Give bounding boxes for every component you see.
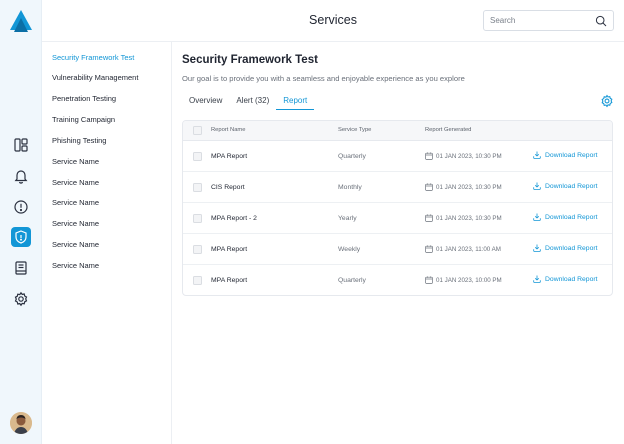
subnav-item-training-campaign[interactable]: Training Campaign xyxy=(52,115,115,124)
subnav-item-service-name[interactable]: Service Name xyxy=(52,198,99,207)
report-name: CIS Report xyxy=(211,184,245,191)
report-date: 01 JAN 2023, 10:30 PM xyxy=(425,214,502,222)
report-name: MPA Report - 2 xyxy=(211,215,257,222)
download-icon xyxy=(533,213,541,221)
download-report-button[interactable]: Download Report xyxy=(533,275,598,283)
top-header: Services xyxy=(42,0,624,42)
download-icon xyxy=(533,151,541,159)
avatar[interactable] xyxy=(10,412,32,434)
calendar-icon xyxy=(425,276,433,284)
subnav-item-phishing-testing[interactable]: Phishing Testing xyxy=(52,136,106,145)
report-date-text: 01 JAN 2023, 10:30 PM xyxy=(436,214,502,222)
download-report-button[interactable]: Download Report xyxy=(533,244,598,252)
subnav-item-service-name[interactable]: Service Name xyxy=(52,261,99,270)
search-icon[interactable] xyxy=(595,15,607,27)
subnav-item-service-name[interactable]: Service Name xyxy=(52,219,99,228)
gear-icon[interactable] xyxy=(11,289,31,309)
service-nav: Security Framework Test Vulnerability Ma… xyxy=(42,42,172,444)
calendar-icon xyxy=(425,214,433,222)
table-row[interactable]: MPA Report - 2 Yearly 01 JAN 2023, 10:30… xyxy=(183,203,612,234)
download-icon xyxy=(533,275,541,283)
service-type: Yearly xyxy=(338,215,357,222)
subnav-item-vulnerability-management[interactable]: Vulnerability Management xyxy=(52,73,138,82)
column-header-report-name[interactable]: Report Name xyxy=(211,127,245,133)
report-name: MPA Report xyxy=(211,277,248,284)
logo-icon[interactable] xyxy=(10,10,32,34)
report-date-text: 01 JAN 2023, 10:00 PM xyxy=(436,276,502,284)
calendar-icon xyxy=(425,245,433,253)
table-row[interactable]: MPA Report Quarterly 01 JAN 2023, 10:30 … xyxy=(183,141,612,172)
table-row[interactable]: CIS Report Monthly 01 JAN 2023, 10:30 PM… xyxy=(183,172,612,203)
search-box[interactable] xyxy=(483,10,614,31)
subnav-item-service-name[interactable]: Service Name xyxy=(52,178,99,187)
tab-bar: Overview Alert (32) Report xyxy=(182,95,315,111)
subnav-item-service-name[interactable]: Service Name xyxy=(52,157,99,166)
table-row[interactable]: MPA Report Quarterly 01 JAN 2023, 10:00 … xyxy=(183,265,612,295)
report-date-text: 01 JAN 2023, 10:30 PM xyxy=(436,183,502,191)
icon-rail xyxy=(0,0,42,444)
download-report-button[interactable]: Download Report xyxy=(533,213,598,221)
page-title: Security Framework Test xyxy=(182,54,318,66)
report-name: MPA Report xyxy=(211,246,248,253)
report-date: 01 JAN 2023, 11:00 AM xyxy=(425,245,501,253)
tab-report[interactable]: Report xyxy=(276,95,315,110)
search-input[interactable] xyxy=(490,16,590,25)
settings-gear-icon[interactable] xyxy=(600,94,614,108)
service-type: Quarterly xyxy=(338,153,366,160)
subnav-item-security-framework-test[interactable]: Security Framework Test xyxy=(52,53,134,62)
report-date-text: 01 JAN 2023, 11:00 AM xyxy=(436,245,501,253)
row-checkbox[interactable] xyxy=(193,214,202,223)
service-type: Monthly xyxy=(338,184,362,191)
subnav-item-penetration-testing[interactable]: Penetration Testing xyxy=(52,94,116,103)
main-content: Security Framework Test Our goal is to p… xyxy=(172,42,624,444)
report-date-text: 01 JAN 2023, 10:30 PM xyxy=(436,152,502,160)
download-report-button[interactable]: Download Report xyxy=(533,151,598,159)
row-checkbox[interactable] xyxy=(193,183,202,192)
tab-overview[interactable]: Overview xyxy=(182,95,229,110)
row-checkbox[interactable] xyxy=(193,276,202,285)
tab-alert[interactable]: Alert (32) xyxy=(229,95,276,110)
bell-icon[interactable] xyxy=(11,166,31,186)
report-date: 01 JAN 2023, 10:00 PM xyxy=(425,276,502,284)
download-icon xyxy=(533,182,541,190)
service-type: Weekly xyxy=(338,246,361,253)
report-name: MPA Report xyxy=(211,153,248,160)
table-row[interactable]: MPA Report Weekly 01 JAN 2023, 11:00 AM … xyxy=(183,234,612,265)
subnav-item-service-name[interactable]: Service Name xyxy=(52,240,99,249)
shield-icon[interactable] xyxy=(11,227,31,247)
row-checkbox[interactable] xyxy=(193,245,202,254)
column-header-report-generated[interactable]: Report Generated xyxy=(425,127,471,133)
report-table: Report Name Service Type Report Generate… xyxy=(182,120,613,296)
table-header: Report Name Service Type Report Generate… xyxy=(183,121,612,141)
download-icon xyxy=(533,244,541,252)
report-date: 01 JAN 2023, 10:30 PM xyxy=(425,183,502,191)
download-label: Download Report xyxy=(545,213,598,221)
download-label: Download Report xyxy=(545,275,598,283)
download-report-button[interactable]: Download Report xyxy=(533,182,598,190)
calendar-icon xyxy=(425,152,433,160)
alert-circle-icon[interactable] xyxy=(11,197,31,217)
download-label: Download Report xyxy=(545,151,598,159)
dashboard-icon[interactable] xyxy=(11,135,31,155)
download-label: Download Report xyxy=(545,244,598,252)
page-subtitle: Our goal is to provide you with a seamle… xyxy=(182,74,465,83)
download-label: Download Report xyxy=(545,182,598,190)
row-checkbox[interactable] xyxy=(193,152,202,161)
report-date: 01 JAN 2023, 10:30 PM xyxy=(425,152,502,160)
select-all-checkbox[interactable] xyxy=(193,126,202,135)
column-header-service-type[interactable]: Service Type xyxy=(338,127,371,133)
calendar-icon xyxy=(425,183,433,191)
service-type: Quarterly xyxy=(338,277,366,284)
book-icon[interactable] xyxy=(11,258,31,278)
